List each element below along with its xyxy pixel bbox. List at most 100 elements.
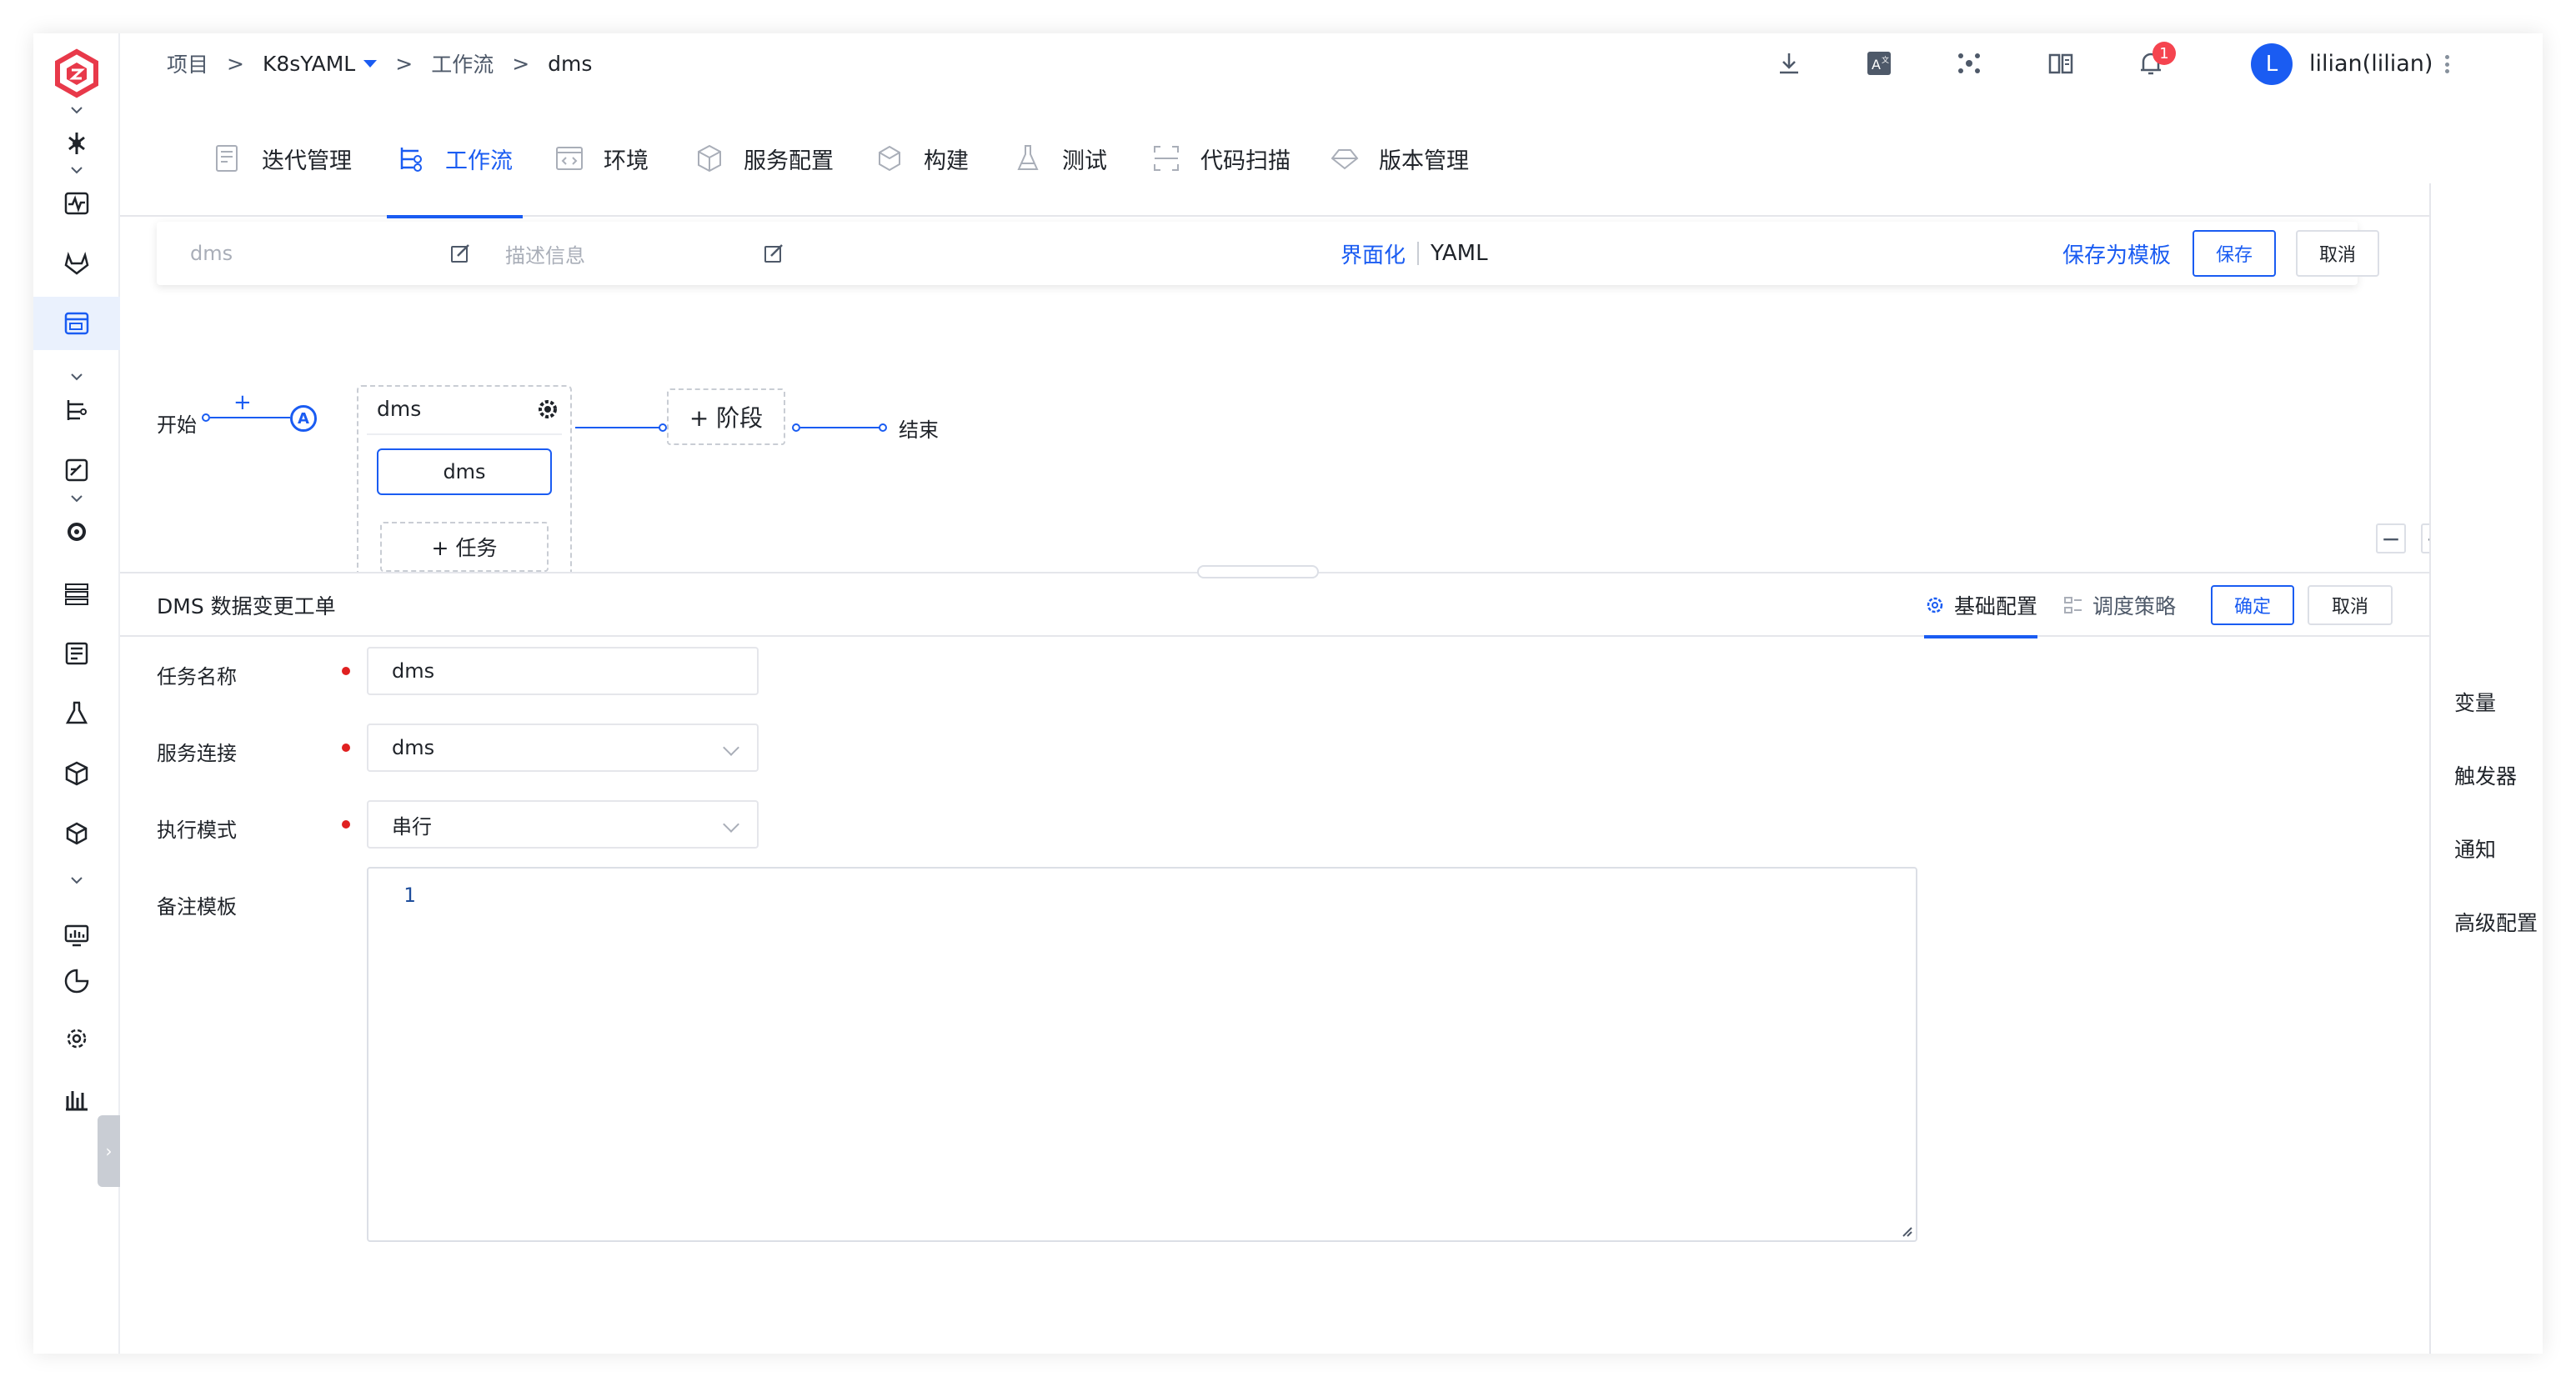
stage-card[interactable]: dms dms + 任务 bbox=[357, 385, 572, 572]
edit-name-icon[interactable] bbox=[449, 242, 472, 265]
notification-bell-icon[interactable]: 1 bbox=[2136, 42, 2176, 78]
pipeline-end-label: 结束 bbox=[899, 418, 939, 442]
workflow-description-field[interactable]: 描述信息 bbox=[505, 222, 585, 285]
rail-project-icon[interactable] bbox=[33, 297, 120, 350]
test-icon bbox=[1017, 145, 1039, 170]
connector-dot bbox=[792, 423, 800, 432]
workflow-icon bbox=[400, 148, 422, 172]
job-config-title: DMS 数据变更工单 bbox=[157, 594, 336, 618]
execution-mode-select[interactable]: 串行 bbox=[367, 800, 759, 849]
connector-line bbox=[210, 417, 290, 418]
service-config-icon bbox=[698, 144, 721, 173]
tab-label: 迭代管理 bbox=[262, 148, 352, 174]
side-item-variables[interactable]: 变量 bbox=[2454, 687, 2496, 717]
rail-cube-icon[interactable] bbox=[33, 807, 120, 860]
left-rail: › bbox=[33, 33, 120, 1354]
tab-test[interactable]: 测试 bbox=[1012, 100, 1107, 217]
user-avatar[interactable]: L bbox=[2251, 43, 2293, 85]
tab-label: 环境 bbox=[604, 148, 649, 174]
tab-version[interactable]: 版本管理 bbox=[1329, 100, 1469, 217]
tab-label: 调度策略 bbox=[2092, 594, 2177, 618]
mode-ui-toggle[interactable]: 界面化 bbox=[1341, 238, 1406, 269]
tab-build[interactable]: 构建 bbox=[874, 100, 969, 217]
rail-report-icon[interactable] bbox=[33, 627, 120, 680]
confirm-button[interactable]: 确定 bbox=[2211, 585, 2294, 625]
tab-service-config[interactable]: 服务配置 bbox=[694, 100, 834, 217]
job-config-header: DMS 数据变更工单 基础配置 调度策略 确定 取消 bbox=[120, 573, 2429, 638]
tab-environment[interactable]: 环境 bbox=[554, 100, 649, 217]
pipeline-canvas[interactable]: 开始 + A dms dms + 任务 + 阶段 结束 − + bbox=[120, 292, 2429, 572]
rail-workflow-icon[interactable] bbox=[33, 383, 120, 437]
breadcrumb-workflow[interactable]: 工作流 bbox=[431, 48, 494, 78]
translate-icon[interactable]: A文 bbox=[1864, 48, 1894, 78]
stage-settings-gear-icon[interactable] bbox=[534, 395, 562, 423]
breadcrumb-project: K8sYAML bbox=[262, 51, 356, 76]
network-icon[interactable] bbox=[1954, 48, 1984, 78]
edit-description-icon[interactable] bbox=[762, 242, 785, 265]
workflow-name-field[interactable]: dms bbox=[190, 222, 233, 285]
svg-text:A: A bbox=[1872, 57, 1881, 73]
line-number: 1 bbox=[403, 884, 416, 907]
chevron-down-icon bbox=[723, 816, 739, 833]
iteration-icon bbox=[216, 145, 238, 172]
breadcrumb-project-switcher[interactable]: K8sYAML bbox=[262, 51, 378, 76]
stage-name: dms bbox=[377, 397, 422, 421]
required-marker bbox=[342, 667, 350, 675]
tab-iteration[interactable]: 迭代管理 bbox=[212, 100, 352, 217]
trigger-node-icon[interactable]: A bbox=[290, 405, 317, 432]
breadcrumb-projects[interactable]: 项目 bbox=[167, 48, 208, 78]
rail-package-icon[interactable] bbox=[33, 747, 120, 800]
tab-label: 工作流 bbox=[445, 148, 513, 174]
rail-group-5-chevron-icon[interactable] bbox=[33, 854, 120, 907]
zoom-out-button[interactable]: − bbox=[2376, 523, 2406, 553]
remark-template-editor[interactable]: 1 bbox=[367, 867, 1917, 1242]
tab-workflow[interactable]: 工作流 bbox=[387, 100, 523, 218]
insert-stage-before-plus-icon[interactable]: + bbox=[233, 390, 252, 415]
rail-system-settings-icon[interactable] bbox=[33, 1012, 120, 1065]
connector-dot bbox=[659, 423, 667, 432]
add-stage-button[interactable]: + 阶段 bbox=[667, 388, 785, 445]
job-cancel-button[interactable]: 取消 bbox=[2308, 585, 2393, 625]
rail-gitlab-icon[interactable] bbox=[33, 237, 120, 290]
rail-dashboard-icon[interactable] bbox=[33, 909, 120, 962]
tab-schedule-policy[interactable]: 调度策略 bbox=[2062, 573, 2176, 637]
rail-flask-icon[interactable] bbox=[33, 687, 120, 740]
docs-book-icon[interactable] bbox=[2046, 48, 2076, 78]
user-name[interactable]: lilian(lilian) bbox=[2309, 33, 2433, 93]
side-item-triggers[interactable]: 触发器 bbox=[2454, 760, 2517, 790]
required-marker bbox=[342, 744, 350, 752]
execution-mode-value: 串行 bbox=[392, 814, 432, 839]
pipeline-start-label: 开始 bbox=[157, 413, 197, 437]
svg-text:文: 文 bbox=[1882, 55, 1889, 65]
rail-monitor-icon[interactable] bbox=[33, 177, 120, 230]
remark-template-label: 备注模板 bbox=[157, 895, 237, 919]
basic-config-gear-icon bbox=[1927, 597, 1943, 613]
rail-pipeline-list-icon[interactable] bbox=[33, 567, 120, 620]
connector-dot bbox=[202, 413, 210, 422]
more-menu-icon[interactable] bbox=[2434, 52, 2459, 77]
zoom-in-button[interactable]: + bbox=[2421, 523, 2429, 553]
cancel-button[interactable]: 取消 bbox=[2296, 230, 2379, 277]
tab-basic-config[interactable]: 基础配置 bbox=[1924, 573, 2038, 638]
mode-yaml-toggle[interactable]: YAML bbox=[1431, 241, 1488, 266]
save-button[interactable]: 保存 bbox=[2193, 230, 2276, 277]
add-task-button[interactable]: + 任务 bbox=[380, 522, 549, 572]
task-name-label: 任务名称 bbox=[157, 665, 237, 688]
resize-grip-icon[interactable] bbox=[1899, 1224, 1912, 1237]
rail-settings-gear-icon[interactable] bbox=[33, 505, 120, 558]
rail-pie-chart-icon[interactable] bbox=[33, 967, 120, 995]
side-item-notifications[interactable]: 通知 bbox=[2454, 834, 2496, 864]
task-name-input[interactable]: dms bbox=[367, 647, 759, 695]
version-icon bbox=[1331, 149, 1359, 170]
job-card[interactable]: dms bbox=[377, 448, 552, 495]
stage-divider bbox=[367, 433, 562, 435]
service-connection-label: 服务连接 bbox=[157, 742, 237, 765]
rail-collapse-handle[interactable]: › bbox=[98, 1115, 120, 1187]
download-icon[interactable] bbox=[1774, 48, 1804, 78]
project-tabs: 迭代管理 工作流 环境 服务配置 构建 测试 代码扫描 版本管理 bbox=[120, 100, 2543, 218]
build-icon bbox=[879, 145, 900, 172]
save-as-template-button[interactable]: 保存为模板 bbox=[2062, 222, 2171, 285]
side-item-advanced-config[interactable]: 高级配置 bbox=[2454, 907, 2538, 937]
tab-code-scan[interactable]: 代码扫描 bbox=[1150, 100, 1291, 217]
service-connection-select[interactable]: dms bbox=[367, 724, 759, 772]
